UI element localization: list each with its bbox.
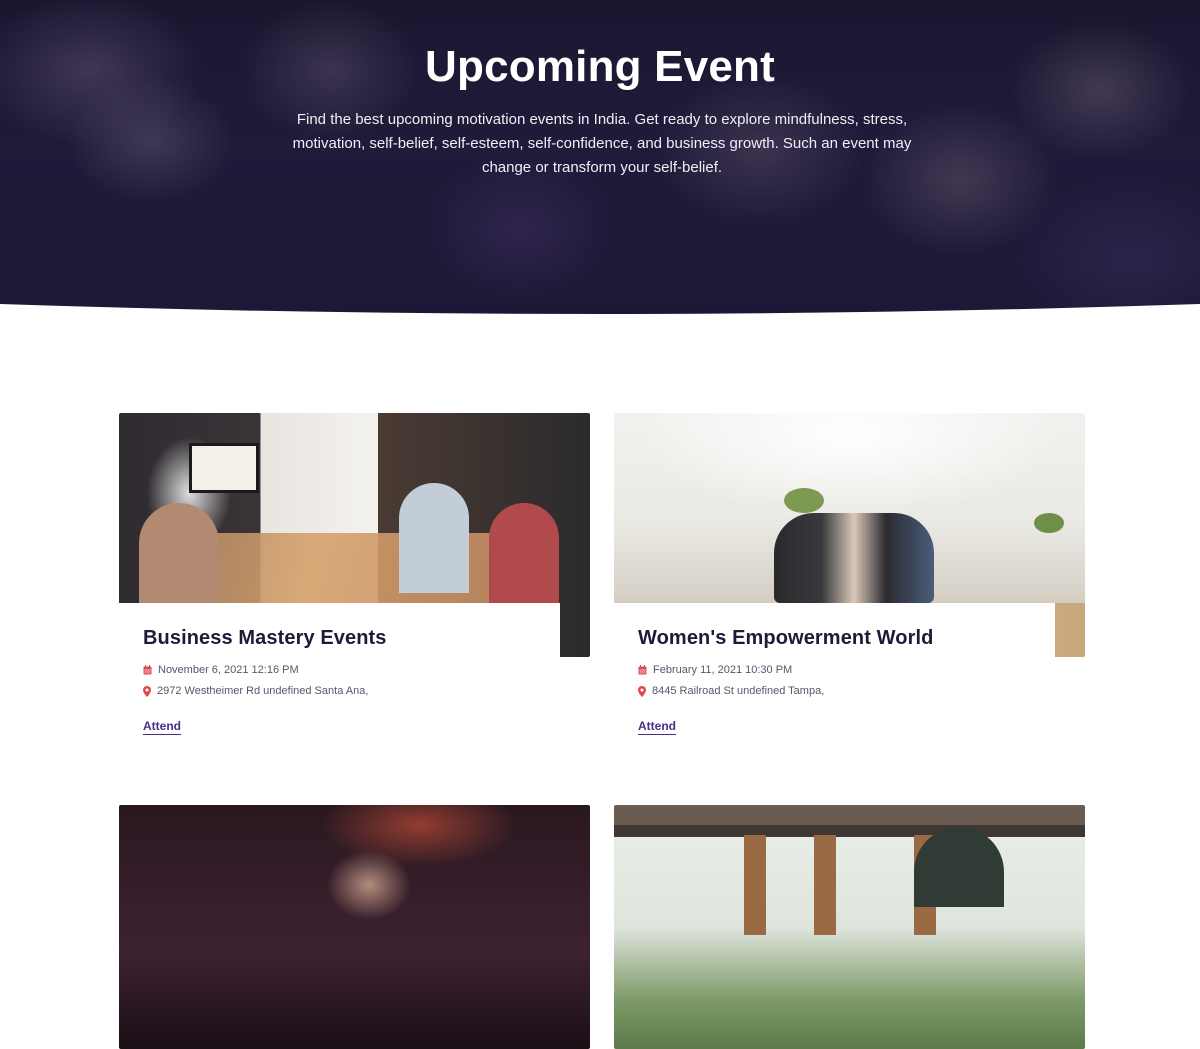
- event-image: [614, 805, 1085, 1049]
- attend-button[interactable]: Attend: [143, 719, 181, 735]
- hero-wave-divider: [0, 304, 1200, 324]
- event-location-text: 2972 Westheimer Rd undefined Santa Ana,: [157, 685, 369, 697]
- hero-banner: Upcoming Event Find the best upcoming mo…: [0, 0, 1200, 324]
- event-location-text: 8445 Railroad St undefined Tampa,: [652, 685, 825, 697]
- event-image: [119, 805, 590, 1049]
- map-pin-icon: [143, 685, 151, 697]
- event-card-body: Business Mastery Events November 6, 2021…: [119, 603, 560, 753]
- attend-button[interactable]: Attend: [638, 719, 676, 735]
- event-date-text: February 11, 2021 10:30 PM: [653, 664, 793, 676]
- event-title: Business Mastery Events: [143, 627, 387, 649]
- calendar-icon: [143, 665, 152, 675]
- event-location: 8445 Railroad St undefined Tampa,: [638, 685, 1031, 697]
- map-pin-icon: [638, 685, 646, 697]
- page-title: Upcoming Event: [425, 42, 775, 91]
- event-card: [119, 805, 590, 1049]
- hero-description: Find the best upcoming motivation events…: [292, 111, 912, 176]
- event-date: November 6, 2021 12:16 PM: [143, 664, 536, 676]
- event-date-text: November 6, 2021 12:16 PM: [158, 664, 299, 676]
- event-location: 2972 Westheimer Rd undefined Santa Ana,: [143, 685, 536, 697]
- event-date: February 11, 2021 10:30 PM: [638, 664, 1031, 676]
- calendar-icon: [638, 665, 647, 675]
- event-card-body: Women's Empowerment World February 11, 2…: [614, 603, 1055, 753]
- event-title: Women's Empowerment World: [638, 627, 934, 649]
- event-card: Business Mastery Events November 6, 2021…: [119, 413, 590, 753]
- event-card: [614, 805, 1085, 1049]
- event-card: Women's Empowerment World February 11, 2…: [614, 413, 1085, 753]
